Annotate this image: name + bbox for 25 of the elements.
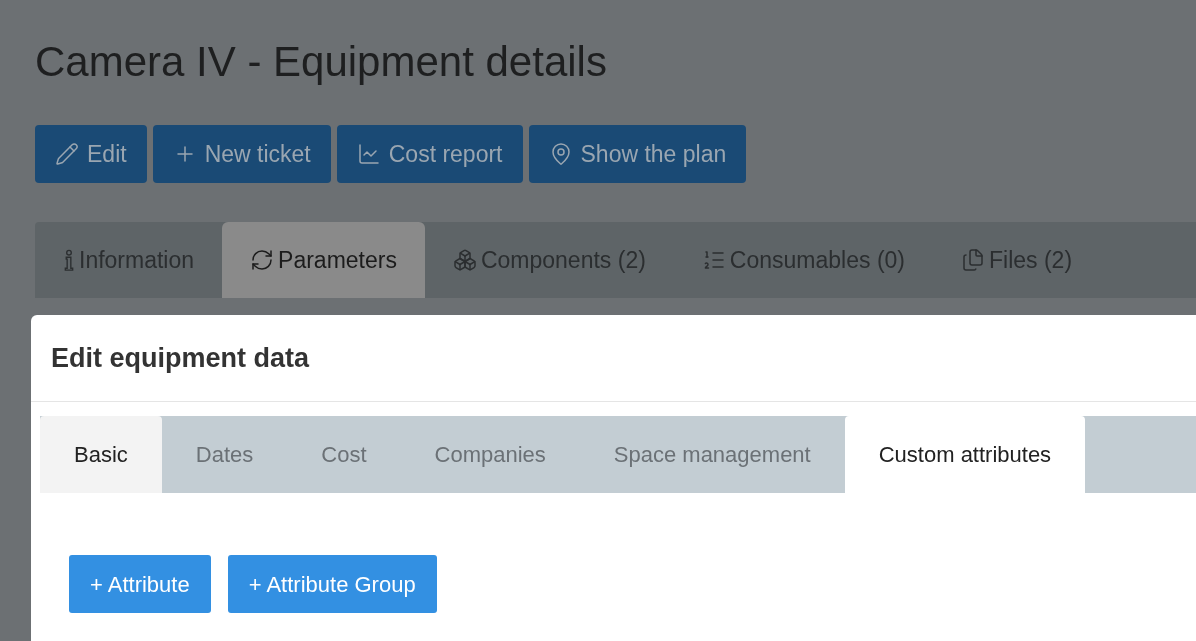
- dialog-tab[interactable]: Companies: [400, 416, 580, 493]
- line-chart-icon: [356, 142, 381, 166]
- dialog-tab[interactable]: Dates: [161, 416, 288, 493]
- tab[interactable]: Consumables (0): [673, 222, 933, 298]
- tab[interactable]: Components (2): [424, 222, 674, 298]
- tab[interactable]: Parameters: [222, 222, 425, 298]
- refresh-icon: [250, 248, 275, 272]
- tab[interactable]: Files (2): [933, 222, 1101, 298]
- tab[interactable]: Information: [35, 222, 223, 298]
- action-button[interactable]: New ticket: [152, 125, 331, 183]
- info-icon: [63, 249, 75, 271]
- files-icon: [961, 248, 985, 272]
- dialog-tab[interactable]: Space management: [579, 416, 845, 493]
- page-title: Camera IV - Equipment details: [35, 37, 608, 87]
- dialog-title: Edit equipment data: [31, 315, 1196, 402]
- boxes-icon: [452, 248, 477, 272]
- dialog-tab[interactable]: Custom attributes: [844, 416, 1086, 493]
- action-button[interactable]: Edit: [35, 125, 147, 183]
- add-button[interactable]: + Attribute Group: [227, 555, 437, 613]
- dialog-tab[interactable]: Cost: [287, 416, 401, 493]
- action-button[interactable]: Show the plan: [528, 125, 747, 183]
- dialog-tab[interactable]: Basic: [40, 416, 162, 493]
- action-button[interactable]: Cost report: [336, 125, 523, 183]
- add-button[interactable]: + Attribute: [69, 555, 211, 613]
- pencil-icon: [55, 142, 79, 166]
